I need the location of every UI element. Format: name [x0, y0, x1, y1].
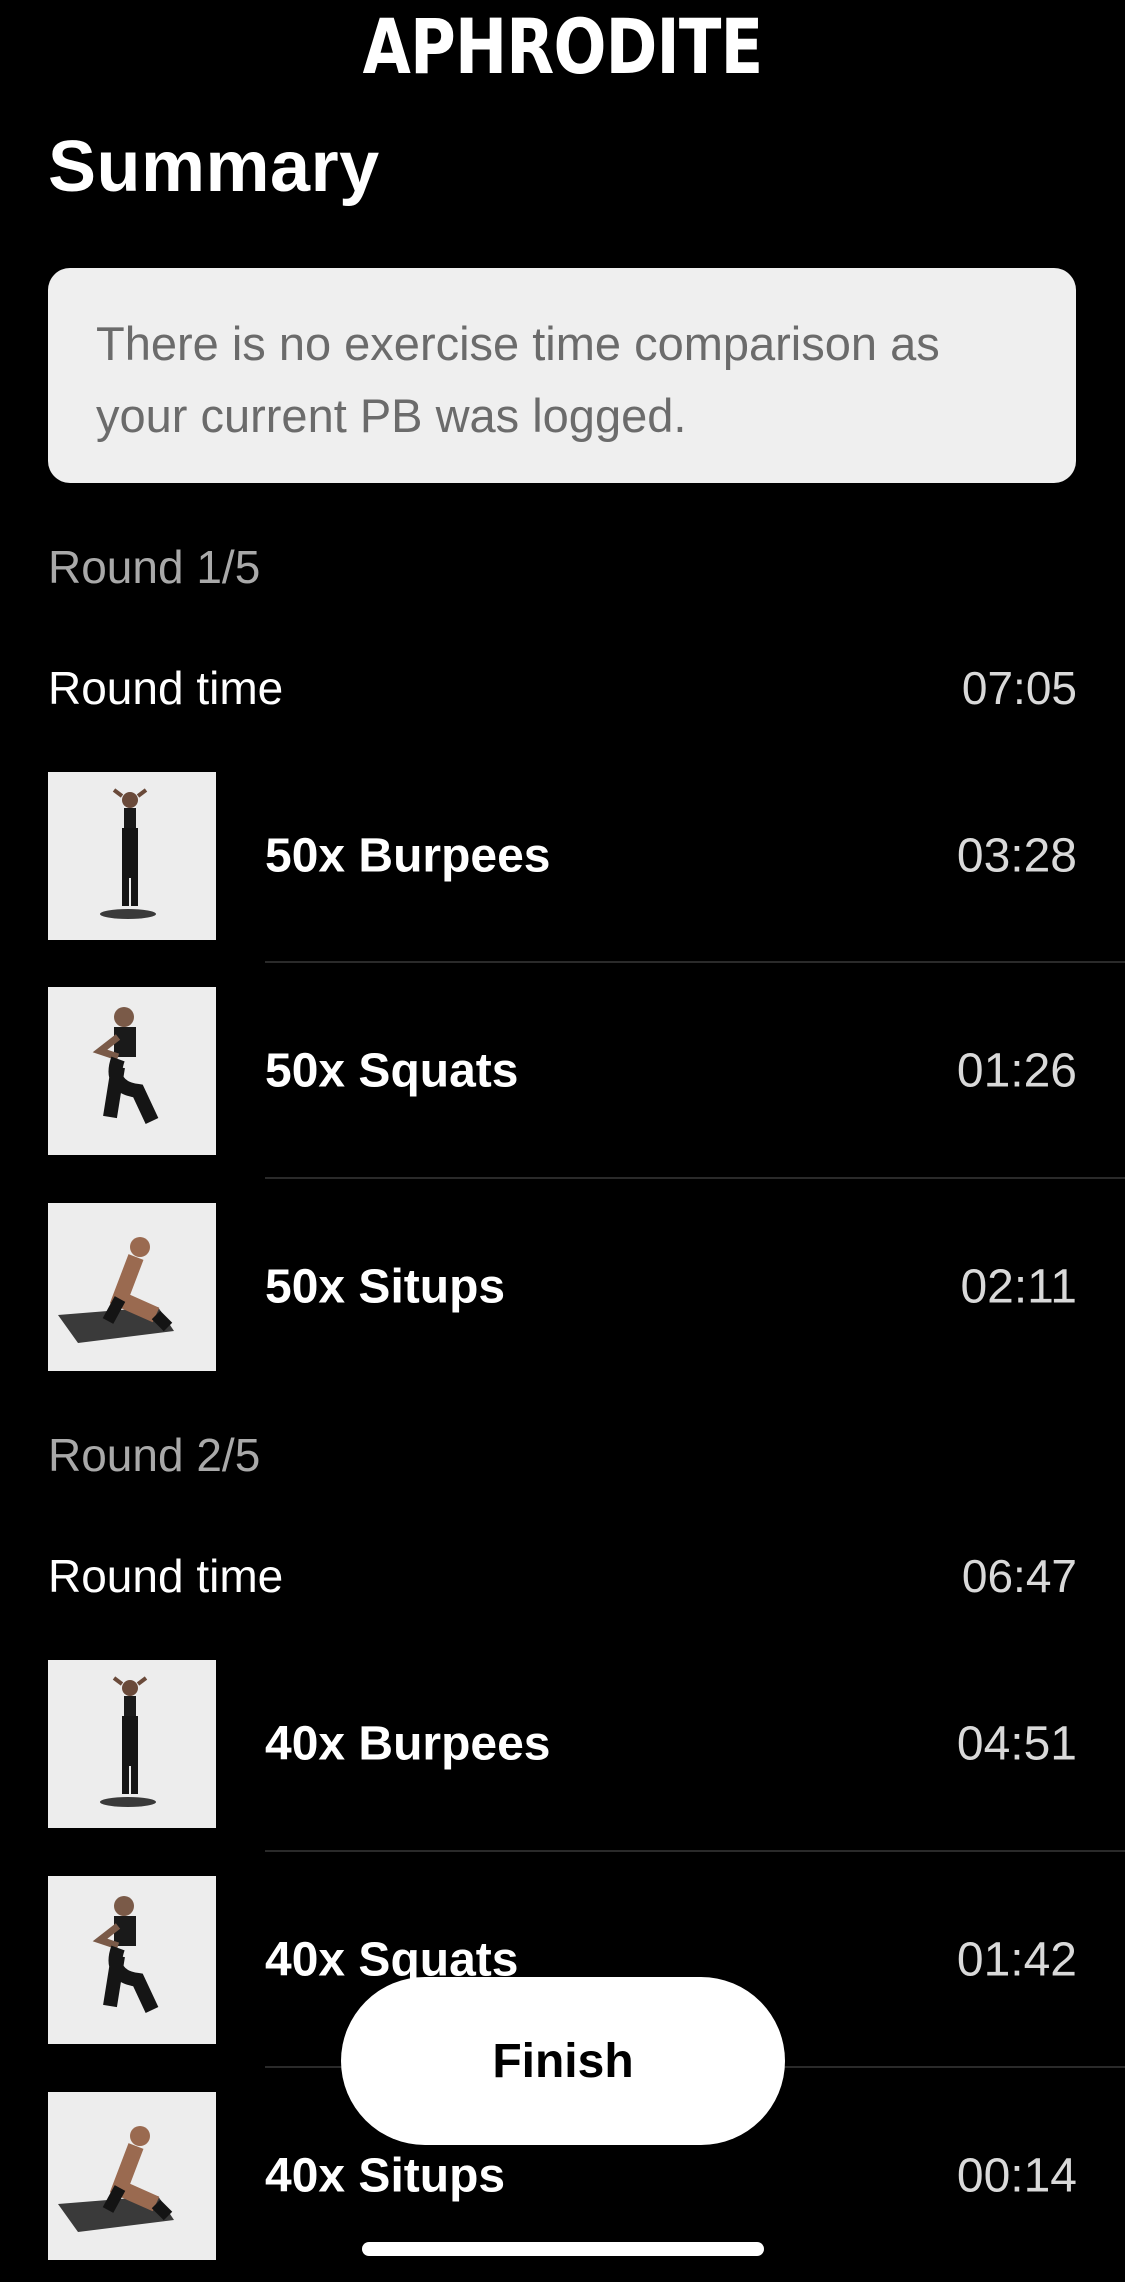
exercise-row[interactable]: 50x Situps 02:11 — [48, 1203, 1125, 1371]
exercise-name: 50x Situps — [265, 1260, 506, 1314]
exercise-name: 50x Squats — [265, 1044, 519, 1098]
round-time-label: Round time — [48, 1550, 284, 1602]
round-time-value: 07:05 — [961, 662, 1077, 714]
round-header: Round 2/5 — [48, 1429, 261, 1481]
divider — [265, 1177, 1125, 1179]
situp-photo — [48, 1203, 216, 1371]
exercise-name: 40x Situps — [265, 2149, 506, 2203]
exercise-time: 04:51 — [956, 1717, 1077, 1771]
notice-text: There is no exercise time comparison as … — [96, 317, 940, 442]
burpee-photo — [48, 772, 216, 940]
divider — [265, 1850, 1125, 1852]
finish-button[interactable]: Finish — [341, 1977, 785, 2145]
page-title: Summary — [48, 127, 380, 207]
exercise-row[interactable]: 50x Squats 01:26 — [48, 987, 1125, 1155]
squat-photo — [48, 987, 216, 1155]
round-time-row: Round time 07:05 — [48, 658, 1077, 718]
exercise-time: 03:28 — [956, 829, 1077, 883]
exercise-row[interactable]: 40x Burpees 04:51 — [48, 1660, 1125, 1828]
exercise-name: 50x Burpees — [265, 829, 551, 883]
round-time-value: 06:47 — [961, 1550, 1077, 1602]
brand-logo: APHRODITE — [362, 1, 763, 91]
exercise-time: 01:42 — [956, 1933, 1077, 1987]
exercise-time: 02:11 — [960, 1260, 1077, 1314]
round-time-row: Round time 06:47 — [48, 1546, 1077, 1606]
round-header: Round 1/5 — [48, 541, 261, 593]
round-time-label: Round time — [48, 662, 284, 714]
divider — [265, 961, 1125, 963]
exercise-row[interactable]: 50x Burpees 03:28 — [48, 772, 1125, 940]
exercise-name: 40x Burpees — [265, 1717, 551, 1771]
exercise-time: 00:14 — [956, 2149, 1077, 2203]
squat-photo — [48, 1876, 216, 2044]
burpee-photo — [48, 1660, 216, 1828]
home-indicator[interactable] — [362, 2242, 764, 2256]
exercise-time: 01:26 — [956, 1044, 1077, 1098]
situp-photo — [48, 2092, 216, 2260]
notice-card: There is no exercise time comparison as … — [48, 268, 1076, 483]
